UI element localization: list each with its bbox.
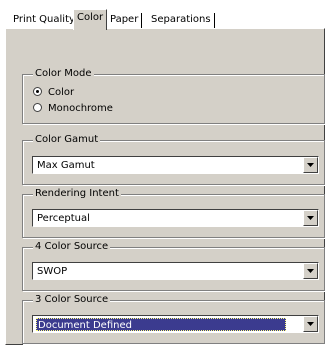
four-color-source-legend: 4 Color Source — [33, 241, 111, 253]
four-color-source-select[interactable]: SWOP — [32, 262, 319, 280]
tab-strip: Print Quality Color Paper Separations — [0, 0, 334, 30]
three-color-source-dropdown-button[interactable] — [303, 316, 318, 332]
three-color-source-legend: 3 Color Source — [33, 294, 111, 306]
chevron-down-icon — [307, 269, 314, 273]
color-gamut-select[interactable]: Max Gamut — [32, 156, 319, 174]
radio-color-label: Color — [48, 87, 75, 98]
color-gamut-dropdown-button[interactable] — [303, 157, 318, 173]
rendering-intent-group: Rendering Intent Perceptual — [22, 188, 325, 238]
rendering-intent-legend: Rendering Intent — [33, 188, 121, 200]
three-color-source-select[interactable]: Document Defined — [32, 315, 319, 333]
radio-color[interactable]: Color — [33, 86, 74, 99]
chevron-down-icon — [307, 163, 314, 167]
radio-button-icon[interactable] — [33, 103, 42, 112]
tab-color[interactable]: Color — [73, 9, 108, 30]
chevron-down-icon — [307, 216, 314, 220]
chevron-down-icon — [307, 322, 314, 326]
four-color-source-dropdown-button[interactable] — [303, 263, 318, 279]
color-mode-group: Color Mode Color Monochrome — [22, 68, 325, 124]
color-gamut-legend: Color Gamut — [33, 134, 101, 146]
radio-monochrome-label: Monochrome — [48, 103, 113, 114]
three-color-source-value: Document Defined — [36, 318, 286, 331]
color-mode-legend: Color Mode — [33, 68, 94, 80]
three-color-source-group: 3 Color Source Document Defined — [22, 294, 325, 344]
rendering-intent-dropdown-button[interactable] — [303, 210, 318, 226]
color-gamut-value: Max Gamut — [37, 160, 95, 171]
tab-separations[interactable]: Separations — [148, 13, 215, 28]
rendering-intent-value: Perceptual — [37, 213, 90, 224]
rendering-intent-select[interactable]: Perceptual — [32, 209, 319, 227]
radio-button-icon[interactable] — [33, 87, 42, 96]
tab-print-quality[interactable]: Print Quality — [10, 13, 78, 28]
color-gamut-group: Color Gamut Max Gamut — [22, 134, 325, 185]
tab-paper[interactable]: Paper — [107, 13, 143, 28]
radio-monochrome[interactable]: Monochrome — [33, 102, 113, 115]
four-color-source-group: 4 Color Source SWOP — [22, 241, 325, 291]
four-color-source-value: SWOP — [37, 266, 68, 277]
